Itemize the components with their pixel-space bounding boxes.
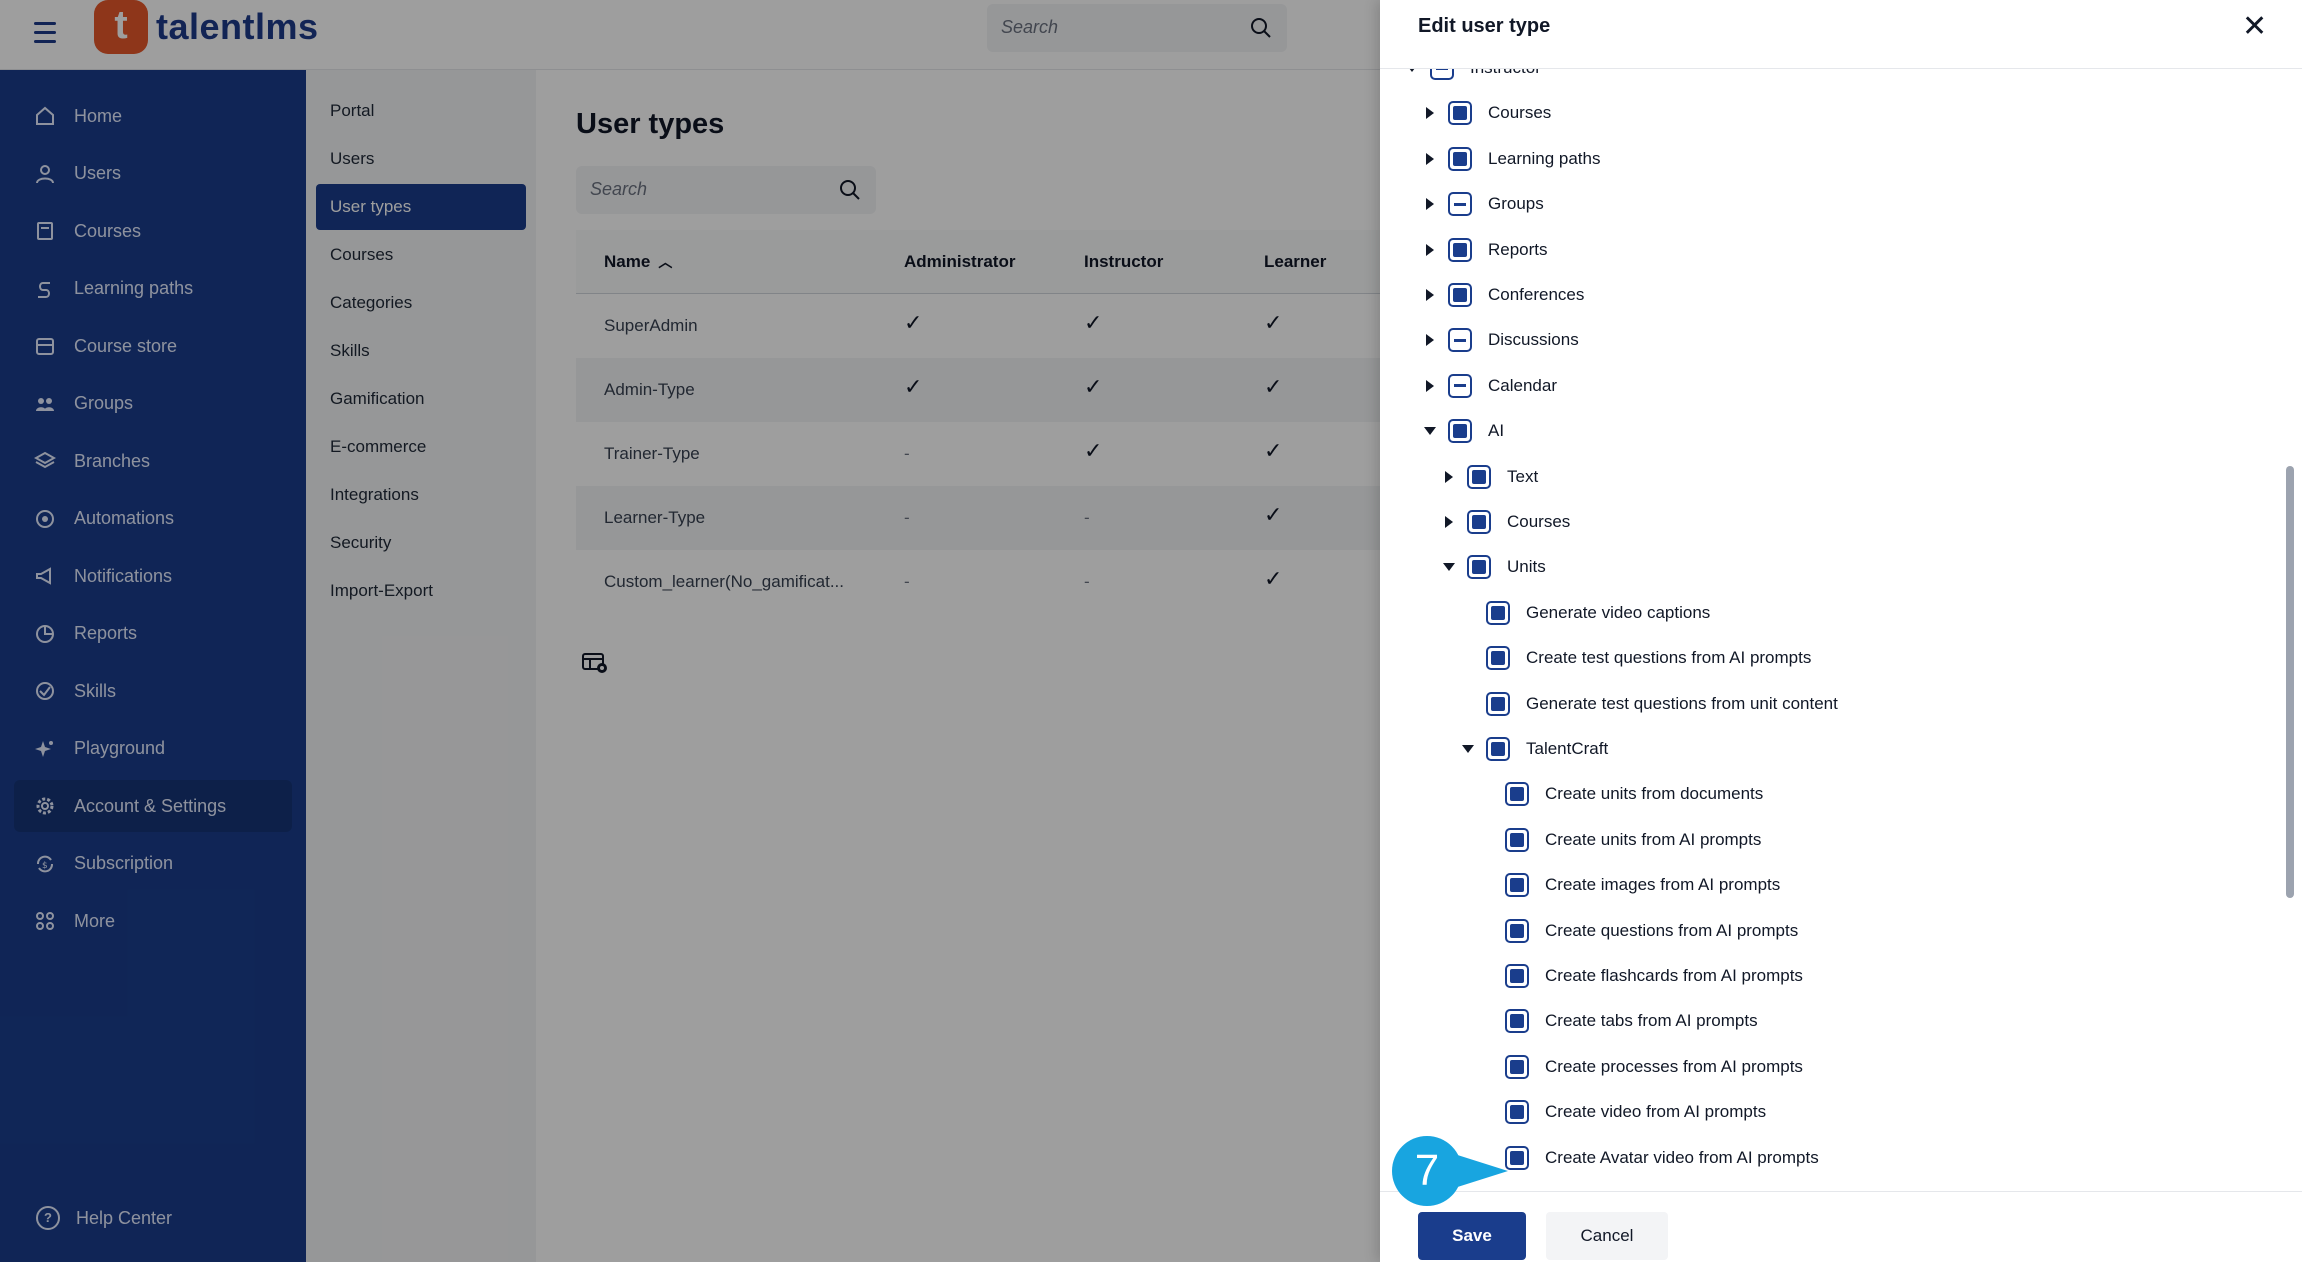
permission-checkbox[interactable]: [1448, 101, 1472, 126]
permission-label: Reports: [1488, 239, 1548, 259]
permission-checkbox[interactable]: [1505, 1100, 1529, 1125]
permission-checkbox[interactable]: [1505, 918, 1529, 943]
permission-node[interactable]: Create questions from AI prompts: [1479, 916, 1798, 946]
step-badge: 7: [1392, 1136, 1462, 1206]
permission-label: Discussions: [1488, 330, 1579, 350]
caret-right-icon[interactable]: [1422, 242, 1438, 258]
cancel-button[interactable]: Cancel: [1546, 1212, 1668, 1260]
caret-right-icon[interactable]: [1422, 332, 1438, 348]
permission-node[interactable]: Learning paths: [1422, 144, 1600, 174]
scrollbar[interactable]: [2286, 466, 2294, 898]
permission-node[interactable]: Create test questions from AI prompts: [1460, 643, 1811, 673]
permission-checkbox[interactable]: [1448, 237, 1472, 262]
save-button[interactable]: Save: [1418, 1212, 1526, 1260]
permission-label: AI: [1488, 421, 1505, 441]
close-icon[interactable]: ✕: [2242, 12, 2267, 42]
permission-node[interactable]: Groups: [1422, 189, 1544, 219]
caret-right-icon[interactable]: [1441, 469, 1457, 485]
permission-label: Learning paths: [1488, 148, 1601, 168]
edit-user-type-drawer: Edit user type ✕ Instructor Courses Learni…: [1380, 0, 2302, 1262]
permission-label: Calendar: [1488, 375, 1557, 395]
permission-checkbox[interactable]: [1505, 964, 1529, 988]
permission-label: Courses: [1507, 512, 1571, 531]
permission-label: Units: [1507, 557, 1546, 577]
permission-checkbox[interactable]: [1448, 328, 1472, 353]
permission-label: Create units from documents: [1545, 784, 1764, 804]
permission-checkbox[interactable]: [1486, 691, 1510, 716]
permission-label: Create images from AI prompts: [1545, 875, 1781, 895]
modal-backdrop[interactable]: [0, 0, 1380, 1262]
permission-checkbox[interactable]: [1486, 600, 1510, 625]
drawer-footer: Save Cancel: [1380, 1191, 2302, 1262]
permission-label: Groups: [1488, 194, 1544, 214]
permission-label: Create tabs from AI prompts: [1545, 1011, 1758, 1031]
permission-node[interactable]: Units: [1441, 552, 1546, 582]
permission-checkbox[interactable]: [1505, 873, 1529, 898]
caret-right-icon[interactable]: [1441, 514, 1457, 530]
permission-node[interactable]: Create flashcards from AI prompts: [1479, 961, 1803, 991]
permission-node[interactable]: Create units from AI prompts: [1479, 825, 1761, 855]
permission-checkbox[interactable]: [1448, 192, 1472, 217]
permission-node[interactable]: Reports: [1422, 235, 1548, 265]
permission-label: Conferences: [1488, 285, 1585, 304]
permission-checkbox[interactable]: [1505, 1145, 1529, 1170]
caret-right-icon[interactable]: [1422, 378, 1438, 394]
permission-node[interactable]: Conferences: [1422, 280, 1584, 310]
permission-node[interactable]: Calendar: [1422, 371, 1557, 401]
permission-checkbox[interactable]: [1505, 827, 1529, 852]
permission-node[interactable]: Create video from AI prompts: [1479, 1097, 1766, 1127]
permission-checkbox[interactable]: [1467, 555, 1491, 580]
caret-right-icon[interactable]: [1422, 151, 1438, 167]
permission-checkbox[interactable]: [1505, 782, 1529, 807]
caret-down-icon[interactable]: [1404, 69, 1420, 76]
permission-checkbox[interactable]: [1467, 464, 1491, 489]
permission-checkbox[interactable]: [1448, 283, 1472, 307]
permission-checkbox[interactable]: [1486, 737, 1510, 761]
permission-label: Create test questions from AI prompts: [1526, 648, 1812, 668]
permission-node[interactable]: Create Avatar video from AI prompts: [1479, 1143, 1819, 1173]
permission-node[interactable]: Create tabs from AI prompts: [1479, 1006, 1758, 1036]
permission-node[interactable]: TalentCraft: [1460, 734, 1608, 764]
permission-label: Create processes from AI prompts: [1545, 1056, 1803, 1076]
caret-right-icon[interactable]: [1422, 105, 1438, 121]
caret-down-icon[interactable]: [1441, 559, 1457, 575]
drawer-title: Edit user type: [1418, 15, 1551, 37]
permission-label: Create flashcards from AI prompts: [1545, 966, 1803, 985]
permission-node[interactable]: Instructor: [1404, 69, 1541, 83]
permissions-tree: Instructor Courses Learning paths Groups Rep…: [1380, 69, 2280, 1191]
permission-checkbox[interactable]: [1505, 1009, 1529, 1034]
permission-label: Text: [1507, 466, 1539, 486]
permission-node[interactable]: AI: [1422, 416, 1504, 446]
permission-node[interactable]: Create processes from AI prompts: [1479, 1052, 1803, 1082]
permission-node[interactable]: Generate video captions: [1460, 598, 1710, 628]
permission-checkbox[interactable]: [1448, 419, 1472, 444]
permission-checkbox[interactable]: [1448, 373, 1472, 398]
permission-label: Generate test questions from unit conten…: [1526, 693, 1838, 713]
permission-node[interactable]: Text: [1441, 462, 1538, 492]
permission-checkbox[interactable]: [1486, 646, 1510, 671]
permission-node[interactable]: Discussions: [1422, 325, 1579, 355]
permission-node[interactable]: Create images from AI prompts: [1479, 870, 1780, 900]
permission-checkbox[interactable]: [1467, 510, 1491, 534]
permission-checkbox[interactable]: [1448, 146, 1472, 171]
caret-down-icon[interactable]: [1422, 423, 1438, 439]
caret-right-icon[interactable]: [1422, 287, 1438, 303]
permission-node[interactable]: Generate test questions from unit conten…: [1460, 689, 1838, 719]
permission-node[interactable]: Courses: [1441, 507, 1570, 537]
permission-checkbox[interactable]: [1505, 1054, 1529, 1079]
permission-label: TalentCraft: [1526, 739, 1609, 758]
permission-checkbox[interactable]: [1430, 69, 1454, 80]
permission-node[interactable]: Create units from documents: [1479, 779, 1763, 809]
permission-label: Create questions from AI prompts: [1545, 920, 1799, 940]
permission-label: Create Avatar video from AI prompts: [1545, 1147, 1819, 1167]
caret-right-icon[interactable]: [1422, 196, 1438, 212]
caret-down-icon[interactable]: [1460, 741, 1476, 757]
permission-label: Create units from AI prompts: [1545, 829, 1762, 849]
permission-label: Courses: [1488, 103, 1552, 123]
permission-label: Create video from AI prompts: [1545, 1102, 1767, 1122]
permission-node[interactable]: Courses: [1422, 98, 1551, 128]
permission-label: Instructor: [1470, 69, 1541, 78]
permission-label: Generate video captions: [1526, 602, 1711, 622]
